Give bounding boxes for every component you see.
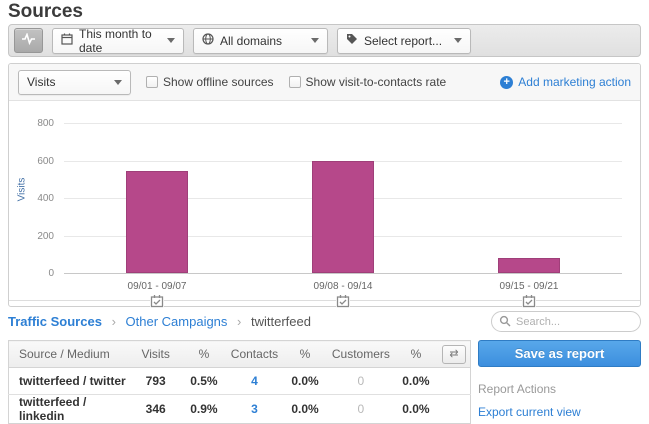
calendar-marker-icon[interactable]: [150, 294, 164, 308]
domain-dropdown[interactable]: All domains: [193, 28, 328, 54]
sources-table: Source / Medium Visits % Contacts % Cust…: [8, 340, 471, 424]
offline-sources-option[interactable]: Show offline sources: [146, 75, 274, 89]
breadcrumb-separator: ›: [112, 314, 116, 329]
chart-style-button[interactable]: [14, 28, 43, 53]
report-actions-label: Report Actions: [478, 382, 641, 396]
tag-icon: [346, 33, 358, 48]
report-actions-panel: Save as report Report Actions Export cur…: [478, 340, 641, 421]
header-customers-pct[interactable]: %: [394, 341, 438, 368]
drilldown-header: Traffic Sources › Other Campaigns › twit…: [8, 314, 641, 338]
chevron-down-icon: [454, 38, 462, 43]
metric-dropdown[interactable]: Visits: [18, 70, 131, 95]
chevron-down-icon: [114, 80, 122, 85]
calendar-marker-icon[interactable]: [522, 294, 536, 308]
row-contacts-pct: 0.0%: [282, 368, 328, 395]
y-axis-title: Visits: [17, 160, 28, 220]
add-marketing-action-link[interactable]: + Add marketing action: [500, 75, 631, 89]
x-axis-label: 09/15 - 09/21: [459, 281, 599, 292]
calendar-icon: [61, 33, 73, 48]
bar-09/01 - 09/07[interactable]: [126, 171, 188, 273]
bar-09/15 - 09/21[interactable]: [498, 258, 560, 273]
y-axis-tick-label: 800: [9, 118, 54, 129]
metric-value: Visits: [27, 75, 55, 89]
row-customers: 0: [328, 368, 394, 395]
row-customers-pct: 0.0%: [394, 395, 438, 424]
header-contacts[interactable]: Contacts: [227, 341, 282, 368]
breadcrumb-separator: ›: [237, 314, 241, 329]
export-current-view-link[interactable]: Export current view: [478, 405, 581, 419]
row-visits: 346: [130, 395, 181, 424]
add-marketing-action-label: Add marketing action: [518, 75, 631, 89]
row-customers-pct: 0.0%: [394, 368, 438, 395]
search-input[interactable]: [491, 311, 641, 332]
visits-bar-chart: 0200400600800Visits09/01 - 09/0709/08 - …: [9, 101, 640, 306]
row-contacts-link[interactable]: 3: [251, 402, 258, 416]
pulse-icon: [21, 32, 36, 50]
header-visits-pct[interactable]: %: [181, 341, 227, 368]
x-axis-label: 09/08 - 09/14: [273, 281, 413, 292]
y-axis-tick-label: 200: [9, 231, 54, 242]
edit-columns-button[interactable]: ⇄: [442, 345, 466, 364]
header-visits[interactable]: Visits: [130, 341, 181, 368]
visit-to-contacts-label: Show visit-to-contacts rate: [306, 75, 447, 89]
header-contacts-pct[interactable]: %: [282, 341, 328, 368]
calendar-marker-icon[interactable]: [336, 294, 350, 308]
table-header-row: Source / Medium Visits % Contacts % Cust…: [9, 341, 471, 368]
chart-toolbar: Visits Show offline sources Show visit-t…: [9, 64, 640, 101]
row-visits-pct: 0.5%: [181, 368, 227, 395]
bar-09/08 - 09/14[interactable]: [312, 161, 374, 273]
report-dropdown[interactable]: Select report...: [337, 28, 471, 54]
chevron-down-icon: [311, 38, 319, 43]
row-source: twitterfeed / linkedin: [9, 395, 131, 424]
chevron-down-icon: [167, 38, 175, 43]
gridline: [64, 273, 622, 274]
gridline: [64, 123, 622, 124]
save-as-report-button[interactable]: Save as report: [478, 340, 641, 367]
row-customers: 0: [328, 395, 394, 424]
filters-toolbar: This month to date All domains Select re…: [8, 24, 641, 57]
domain-value: All domains: [220, 34, 282, 48]
row-source: twitterfeed / twitter: [9, 368, 131, 395]
chart-panel: Visits Show offline sources Show visit-t…: [8, 63, 641, 307]
table-row[interactable]: twitterfeed / linkedin 346 0.9% 3 0.0% 0…: [9, 395, 471, 424]
date-range-value: This month to date: [79, 27, 161, 55]
header-customers[interactable]: Customers: [328, 341, 394, 368]
header-source-medium[interactable]: Source / Medium: [9, 341, 131, 368]
x-axis-label: 09/01 - 09/07: [87, 281, 227, 292]
breadcrumb-traffic-sources[interactable]: Traffic Sources: [8, 314, 102, 329]
row-visits: 793: [130, 368, 181, 395]
breadcrumb-other-campaigns[interactable]: Other Campaigns: [126, 314, 228, 329]
globe-icon: [202, 33, 214, 48]
breadcrumb-current: twitterfeed: [251, 314, 311, 329]
y-axis-tick-label: 0: [9, 268, 54, 279]
offline-sources-label: Show offline sources: [163, 75, 274, 89]
page-title: Sources: [8, 1, 83, 23]
date-range-dropdown[interactable]: This month to date: [52, 28, 184, 54]
row-contacts-link[interactable]: 4: [251, 374, 258, 388]
row-visits-pct: 0.9%: [181, 395, 227, 424]
search-icon: [499, 315, 511, 330]
offline-sources-checkbox[interactable]: [146, 76, 158, 88]
table-row[interactable]: twitterfeed / twitter 793 0.5% 4 0.0% 0 …: [9, 368, 471, 395]
visit-to-contacts-option[interactable]: Show visit-to-contacts rate: [289, 75, 447, 89]
marketing-actions-timeline: [9, 300, 640, 301]
plus-circle-icon: +: [500, 76, 513, 89]
report-value: Select report...: [364, 34, 442, 48]
row-contacts-pct: 0.0%: [282, 395, 328, 424]
visit-to-contacts-checkbox[interactable]: [289, 76, 301, 88]
